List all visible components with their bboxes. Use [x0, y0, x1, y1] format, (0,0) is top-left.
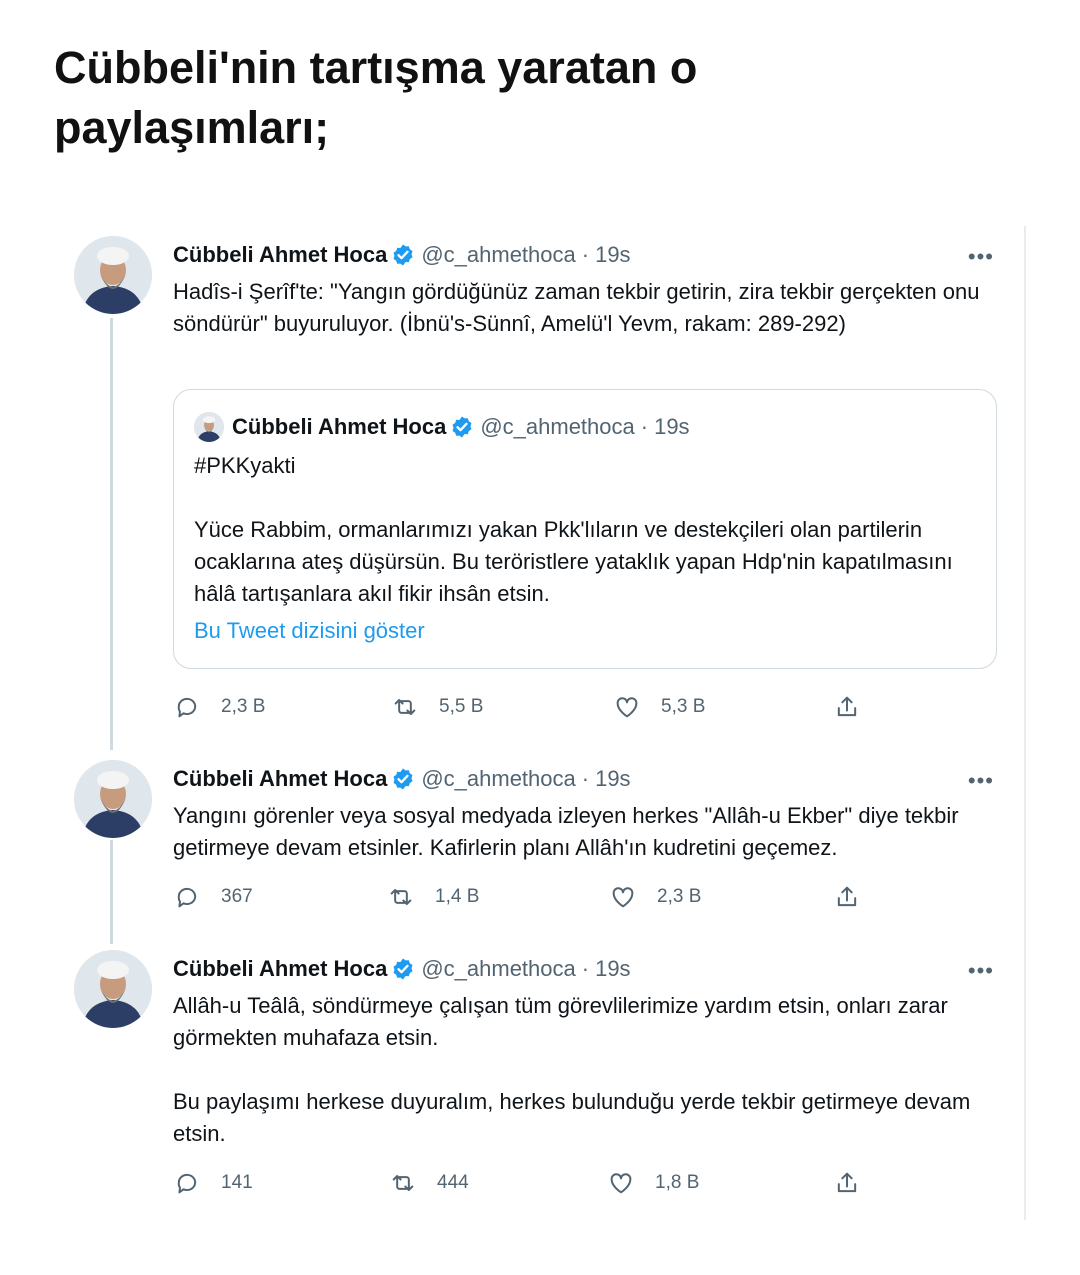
quoted-tweet[interactable]: Cübbeli Ahmet Hoca @c_ahmethoca · 19s #P… [173, 389, 997, 669]
like-button[interactable]: 5,3 B [613, 692, 705, 722]
tweet-header: Cübbeli Ahmet Hoca @c_ahmethoca · 19s [173, 764, 631, 794]
verified-badge-icon [393, 958, 413, 980]
tweet-actions: 141 444 1,8 B [173, 1168, 993, 1198]
separator: · [640, 414, 649, 439]
reply-count: 367 [221, 886, 253, 907]
avatar[interactable] [74, 760, 152, 838]
author-name: Cübbeli Ahmet Hoca [232, 414, 447, 439]
share-icon [837, 886, 857, 907]
profile-photo-icon [74, 760, 152, 838]
show-thread-link[interactable]: Bu Tweet dizisini göster [194, 618, 425, 644]
like-count: 1,8 B [655, 1172, 700, 1193]
author-handle[interactable]: @c_ahmethoca [421, 956, 575, 982]
more-icon[interactable]: ••• [968, 244, 994, 270]
tweet[interactable]: Cübbeli Ahmet Hoca @c_ahmethoca · 19s ••… [54, 750, 1024, 930]
like-button[interactable]: 2,3 B [609, 882, 701, 912]
reply-icon [177, 697, 197, 718]
like-icon [610, 1173, 632, 1194]
retweet-count: 5,5 B [439, 696, 484, 717]
separator: · [581, 956, 590, 981]
like-count: 2,3 B [657, 886, 702, 907]
retweet-count: 444 [437, 1172, 469, 1193]
retweet-icon [390, 889, 412, 905]
tweet[interactable]: Cübbeli Ahmet Hoca @c_ahmethoca · 19s ••… [54, 226, 1024, 736]
retweet-count: 1,4 B [435, 886, 480, 907]
tweet-actions: 367 1,4 B 2,3 B [173, 882, 993, 912]
verified-badge-icon [393, 768, 413, 790]
reply-button[interactable]: 2,3 B [173, 692, 265, 722]
verified-badge-icon [452, 416, 472, 438]
retweet-button[interactable]: 5,5 B [391, 692, 483, 722]
reply-button[interactable]: 367 [173, 882, 253, 912]
author-handle: @c_ahmethoca [480, 414, 635, 439]
more-icon[interactable]: ••• [968, 768, 994, 794]
tweet-text: Yangını görenler veya sosyal medyada izl… [173, 803, 959, 860]
timestamp: 19s [654, 414, 690, 439]
tweet-text: Hadîs-i Şerîf'te: "Yangın gördüğünüz zam… [173, 279, 980, 336]
retweet-button[interactable]: 1,4 B [387, 882, 479, 912]
like-button[interactable]: 1,8 B [607, 1168, 699, 1198]
profile-photo-icon [74, 236, 152, 314]
reply-count: 141 [221, 1172, 253, 1193]
like-count: 5,3 B [661, 696, 706, 717]
share-icon [837, 1172, 857, 1193]
share-button[interactable] [833, 882, 861, 912]
like-icon [616, 697, 638, 718]
profile-photo-icon [194, 412, 224, 442]
quoted-tweet-text: Yüce Rabbim, ormanlarımızı yakan Pkk'lıl… [194, 517, 953, 606]
author-name[interactable]: Cübbeli Ahmet Hoca [173, 956, 387, 982]
hashtag[interactable]: #PKKyakti [194, 450, 974, 482]
quoted-tweet-header: Cübbeli Ahmet Hoca @c_ahmethoca · 19s [232, 412, 690, 442]
reply-icon [177, 1173, 197, 1194]
avatar [194, 412, 224, 442]
timestamp[interactable]: 19s [595, 956, 630, 982]
separator: · [581, 242, 590, 267]
author-name[interactable]: Cübbeli Ahmet Hoca [173, 242, 387, 268]
retweet-button[interactable]: 444 [389, 1168, 469, 1198]
tweet-thread-screenshot: Cübbeli Ahmet Hoca @c_ahmethoca · 19s ••… [54, 226, 1026, 1220]
article-headline: Cübbeli'nin tartışma yaratan o paylaşıml… [54, 42, 698, 153]
author-name[interactable]: Cübbeli Ahmet Hoca [173, 766, 387, 792]
avatar[interactable] [74, 950, 152, 1028]
tweet-header: Cübbeli Ahmet Hoca @c_ahmethoca · 19s [173, 240, 631, 270]
profile-photo-icon [74, 950, 152, 1028]
retweet-icon [392, 1175, 414, 1191]
share-button[interactable] [833, 1168, 861, 1198]
reply-button[interactable]: 141 [173, 1168, 253, 1198]
share-icon [837, 696, 857, 717]
verified-badge-icon [393, 244, 413, 266]
share-button[interactable] [833, 692, 861, 722]
avatar[interactable] [74, 236, 152, 314]
more-icon[interactable]: ••• [968, 958, 994, 984]
tweet-text: Allâh-u Teâlâ, söndürmeye çalışan tüm gö… [173, 993, 948, 1050]
author-handle[interactable]: @c_ahmethoca [421, 242, 575, 268]
author-handle[interactable]: @c_ahmethoca [421, 766, 575, 792]
like-icon [612, 887, 634, 908]
tweet-text-paragraph: Bu paylaşımı herkese duyuralım, herkes b… [173, 1089, 971, 1146]
tweet-actions: 2,3 B 5,5 B 5,3 B [173, 692, 993, 722]
timestamp[interactable]: 19s [595, 242, 630, 268]
reply-count: 2,3 B [221, 696, 266, 717]
tweet-header: Cübbeli Ahmet Hoca @c_ahmethoca · 19s [173, 954, 631, 984]
separator: · [581, 766, 590, 791]
reply-icon [177, 887, 197, 908]
tweet[interactable]: Cübbeli Ahmet Hoca @c_ahmethoca · 19s ••… [54, 940, 1024, 1220]
timestamp[interactable]: 19s [595, 766, 630, 792]
retweet-icon [394, 699, 416, 715]
